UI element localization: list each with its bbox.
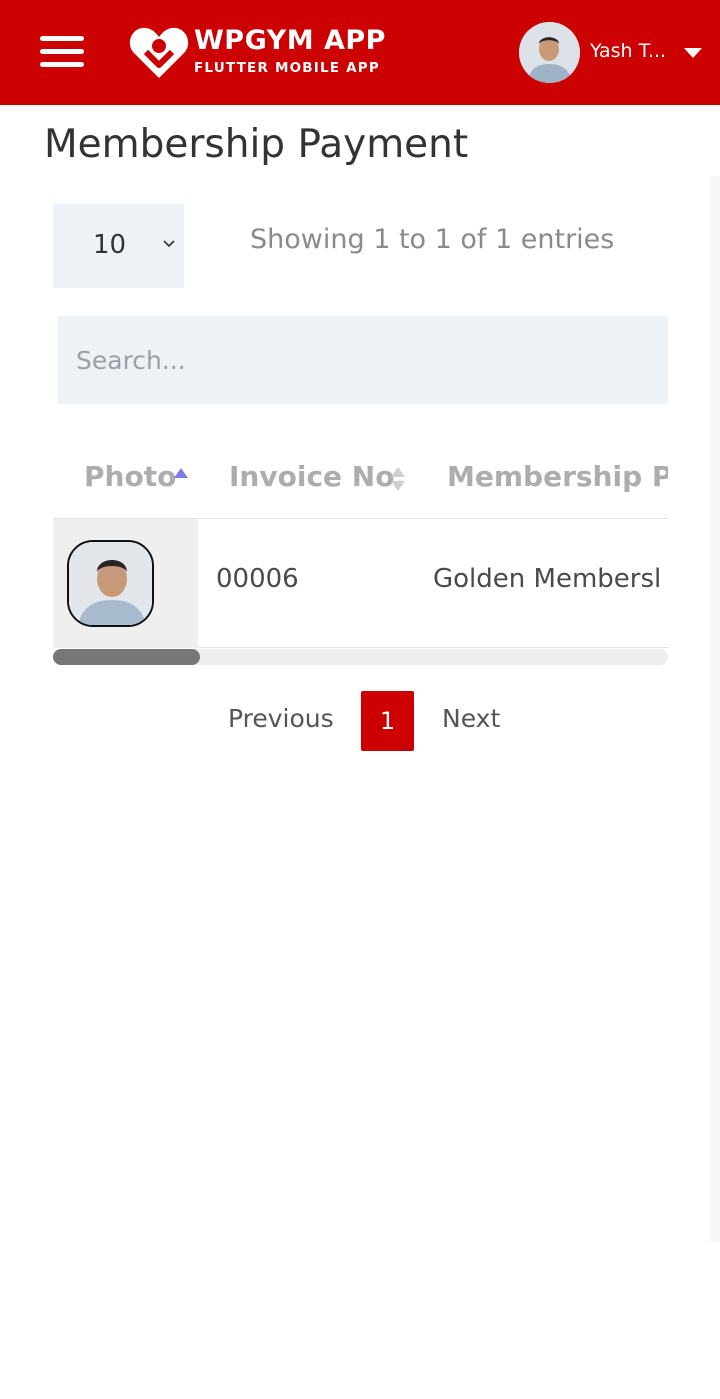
previous-page-button[interactable]: Previous [228,704,334,733]
page-length-select[interactable]: 10 [53,204,184,288]
table-info: Showing 1 to 1 of 1 entries [250,224,615,255]
table-row[interactable]: 00006 Golden Membersl [53,519,668,648]
member-avatar [67,540,154,627]
brand-logo[interactable]: WPGYM APP FLUTTER MOBILE APP [128,22,398,84]
page-title: Membership Payment [44,122,469,167]
column-header-photo[interactable]: Photo [84,460,176,493]
heart-logo-icon [129,27,189,78]
page-1-button[interactable]: 1 [361,691,414,751]
sort-ascending-icon [174,468,188,478]
hamburger-menu-icon[interactable] [40,36,84,68]
page-length-value: 10 [93,230,127,260]
user-name[interactable]: Yash T... [590,40,668,62]
user-avatar[interactable] [519,22,580,83]
next-page-button[interactable]: Next [442,704,500,733]
caret-down-icon[interactable] [684,48,702,58]
page-scrollbar [710,176,720,1242]
table-header: Photo Invoice No. Membership Pla [53,440,668,519]
horizontal-scroll-thumb[interactable] [53,649,200,665]
search-input[interactable] [58,316,668,404]
sort-icon [391,467,405,493]
column-header-membership-plan[interactable]: Membership Pla [447,460,668,493]
chevron-down-icon [163,240,175,248]
photo-cell [53,519,198,648]
payments-table: Photo Invoice No. Membership Pla 00006 G… [53,440,668,666]
brand-title: WPGYM APP [194,25,386,56]
column-header-invoice[interactable]: Invoice No. [229,460,405,493]
membership-plan: Golden Membersl [433,564,662,594]
invoice-number: 00006 [216,564,299,594]
app-header: WPGYM APP FLUTTER MOBILE APP Yash T... [0,0,720,105]
brand-subtitle: FLUTTER MOBILE APP [194,60,380,76]
